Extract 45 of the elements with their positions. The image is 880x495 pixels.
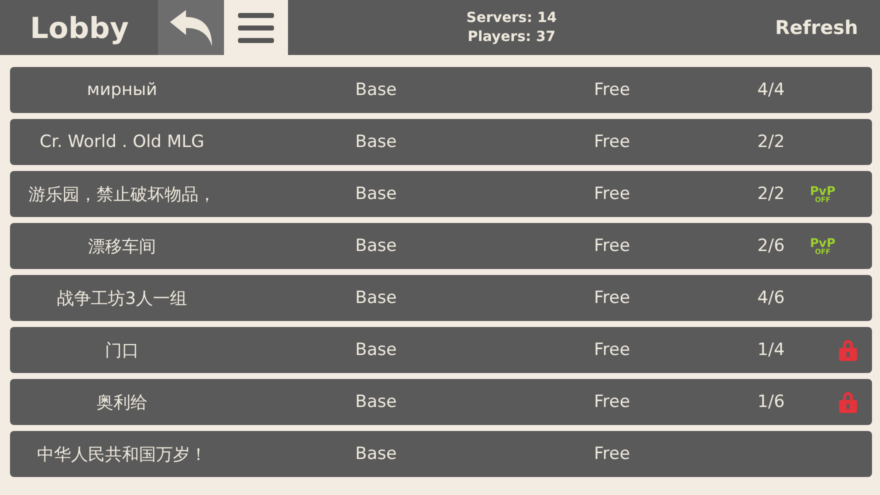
server-row[interactable]: 门口 Base Free 1/4	[10, 327, 872, 373]
server-row[interactable]: 战争工坊3人一组 Base Free 4/6	[10, 275, 872, 321]
server-name: мирный	[86, 80, 158, 100]
player-count: 4/6	[756, 288, 786, 308]
server-mode: Base	[354, 392, 398, 412]
server-mode: Base	[354, 340, 398, 360]
player-count: 4/4	[756, 80, 786, 100]
server-mode: Base	[354, 236, 398, 256]
server-price: Free	[592, 288, 632, 308]
server-name: 漂移车间	[87, 236, 157, 258]
server-row[interactable]: мирный Base Free 4/4	[10, 67, 872, 113]
server-mode: Base	[354, 288, 398, 308]
server-price: Free	[592, 184, 632, 204]
server-price: Free	[592, 340, 632, 360]
server-name: Cr. World . Old MLG	[38, 132, 206, 152]
server-name: 游乐园，禁止破坏物品，	[28, 184, 216, 206]
server-price: Free	[592, 392, 632, 412]
server-price: Free	[592, 236, 632, 256]
player-count: 1/6	[756, 392, 786, 412]
server-row[interactable]: Cr. World . Old MLG Base Free 2/2	[10, 119, 872, 165]
player-count: 1/4	[756, 340, 786, 360]
menu-button[interactable]	[224, 0, 288, 55]
server-row[interactable]: 中华人民共和国万岁！ Base Free	[10, 431, 872, 477]
server-name: 中华人民共和国万岁！	[36, 444, 208, 466]
back-button[interactable]	[158, 0, 224, 55]
players-count: Players: 37	[468, 29, 556, 45]
refresh-button[interactable]: Refresh	[775, 16, 880, 38]
server-mode: Base	[354, 132, 398, 152]
server-row[interactable]: 奥利给 Base Free 1/6	[10, 379, 872, 425]
server-name: 战争工坊3人一组	[56, 288, 188, 310]
server-price: Free	[592, 80, 632, 100]
player-count: 2/2	[756, 132, 786, 152]
server-price: Free	[592, 132, 632, 152]
server-name: 门口	[104, 340, 140, 362]
server-mode: Base	[354, 80, 398, 100]
player-count: 2/2	[756, 184, 786, 204]
lobby-title: Lobby	[29, 10, 130, 44]
server-name: 奥利给	[96, 392, 148, 414]
player-count: 2/6	[756, 236, 786, 256]
menu-icon	[238, 12, 274, 44]
back-arrow-icon	[168, 8, 214, 48]
server-mode: Base	[354, 444, 398, 464]
server-price: Free	[592, 444, 632, 464]
server-mode: Base	[354, 184, 398, 204]
servers-count: Servers: 14	[466, 10, 557, 26]
